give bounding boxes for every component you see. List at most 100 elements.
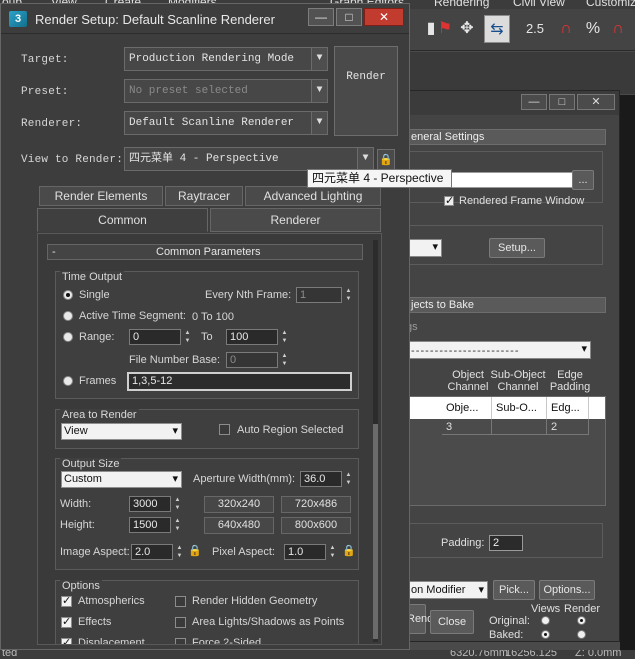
spinner-arrows-icon[interactable]: ▲ ▼	[344, 287, 353, 303]
rtt-original-render-radio[interactable]	[577, 616, 586, 625]
rtt-maximize-button[interactable]: □	[549, 94, 575, 110]
force-2-sided-checkbox[interactable]	[175, 638, 186, 644]
move-icon[interactable]: ✥	[454, 15, 480, 43]
pixel-aspect-value[interactable]: 1.0	[284, 544, 326, 560]
preset-640x480-button[interactable]: 640x480	[204, 517, 274, 534]
auto-region-selected-checkbox[interactable]	[219, 424, 230, 435]
width-spinner[interactable]: 3000 ▲ ▼	[129, 496, 185, 512]
file-number-base-spinner[interactable]: 0 ▲ ▼	[226, 352, 292, 368]
preset-320x240-button[interactable]: 320x240	[204, 496, 274, 513]
preset-720x486-button[interactable]: 720x486	[281, 496, 351, 513]
rtt-bake-table[interactable]: Obje... Sub-O... Edg... 3 2	[406, 396, 606, 506]
spinner-arrows-icon[interactable]: ▲ ▼	[280, 352, 289, 368]
render-button[interactable]: Render	[334, 46, 398, 136]
rtt-objects-to-bake-header[interactable]: jects to Bake	[406, 297, 606, 313]
spinner-arrows-icon[interactable]: ▲ ▼	[344, 471, 353, 487]
menu-rendering[interactable]: Rendering	[434, 0, 489, 9]
rtt-padding-input[interactable]: 2	[489, 535, 523, 551]
table-row[interactable]: 2	[547, 419, 589, 435]
rtt-close-dialog-button[interactable]: Close	[430, 610, 474, 634]
table-row[interactable]: 3	[442, 419, 492, 435]
area-lights-shadows-checkbox[interactable]	[175, 617, 186, 628]
rtt-baked-views-radio[interactable]	[541, 630, 550, 639]
atmospherics-checkbox[interactable]	[61, 594, 72, 607]
spinner-arrows-icon[interactable]: ▲ ▼	[328, 544, 337, 560]
image-aspect-spinner[interactable]: 2.0 ▲ ▼	[131, 544, 187, 560]
render-hidden-geometry-checkbox[interactable]	[175, 596, 186, 607]
scrollbar-thumb[interactable]	[373, 424, 378, 639]
menu-customize[interactable]: Customiz	[586, 0, 635, 9]
angle-snap-icon[interactable]: ∩	[553, 15, 579, 43]
width-value[interactable]: 3000	[129, 496, 171, 512]
frames-radio[interactable]	[63, 376, 73, 386]
file-number-base-value[interactable]: 0	[226, 352, 278, 368]
spinner-snap-icon[interactable]: ∩	[605, 15, 631, 43]
rtt-col-sub-object[interactable]: Sub-O...	[492, 397, 547, 419]
rtt-renderer-dropdown[interactable]	[406, 239, 442, 257]
maximize-button[interactable]: □	[336, 8, 362, 26]
rtt-modifier-dropdown[interactable]: on Modifier	[406, 581, 488, 599]
every-nth-frame-value[interactable]: 1	[296, 287, 342, 303]
tab-render-elements[interactable]: Render Elements	[39, 186, 163, 206]
aperture-width-spinner[interactable]: 36.0 ▲ ▼	[300, 471, 356, 487]
spinner-arrows-icon[interactable]: ▲ ▼	[280, 329, 289, 345]
frames-input[interactable]: 1,3,5-12	[127, 372, 352, 391]
close-button[interactable]: ✕	[364, 8, 404, 26]
image-aspect-lock-icon[interactable]: 🔒	[188, 545, 202, 558]
tab-renderer[interactable]: Renderer	[210, 208, 381, 232]
range-radio[interactable]	[63, 332, 73, 342]
target-dropdown[interactable]: Production Rendering Mode ▼	[124, 47, 328, 71]
renderer-dropdown[interactable]: Default Scanline Renderer ▼	[124, 111, 328, 135]
range-to-spinner[interactable]: 100 ▲ ▼	[226, 329, 292, 345]
height-spinner[interactable]: 1500 ▲ ▼	[129, 517, 185, 533]
rtt-setup-button[interactable]: Setup...	[489, 238, 545, 258]
range-from-spinner[interactable]: 0 ▲ ▼	[129, 329, 195, 345]
displacement-checkbox[interactable]	[61, 636, 72, 644]
effects-checkbox[interactable]	[61, 615, 72, 628]
render-setup-titlebar[interactable]: 3 Render Setup: Default Scanline Rendere…	[1, 4, 409, 34]
viewport[interactable]	[620, 95, 635, 650]
preset-dropdown[interactable]: No preset selected ▼	[124, 79, 328, 103]
range-to-value[interactable]: 100	[226, 329, 278, 345]
rtt-general-settings-header[interactable]: eneral Settings	[406, 129, 606, 145]
single-radio[interactable]	[63, 290, 73, 300]
rtt-objects-dropdown[interactable]: - - - - - - - - - - - - - - - - - - - - …	[406, 341, 591, 359]
aperture-width-value[interactable]: 36.0	[300, 471, 342, 487]
spinner-arrows-icon[interactable]: ▲ ▼	[173, 496, 182, 512]
range-from-value[interactable]: 0	[129, 329, 181, 345]
image-aspect-value[interactable]: 2.0	[131, 544, 173, 560]
tab-common[interactable]: Common	[37, 208, 208, 232]
percent-snap-icon[interactable]: %	[580, 15, 606, 43]
transform-gizmo-icon[interactable]: ⇆	[484, 15, 510, 43]
rtt-pick-button[interactable]: Pick...	[493, 580, 535, 600]
every-nth-frame-spinner[interactable]: 1 ▲ ▼	[296, 287, 354, 303]
rtt-options-button[interactable]: Options...	[539, 580, 595, 600]
height-value[interactable]: 1500	[129, 517, 171, 533]
tab-raytracer[interactable]: Raytracer	[165, 186, 243, 206]
rtt-baked-render-radio[interactable]	[577, 630, 586, 639]
preset-800x600-button[interactable]: 800x600	[281, 517, 351, 534]
rtt-col-edge[interactable]: Edg...	[547, 397, 589, 419]
active-time-segment-radio[interactable]	[63, 311, 73, 321]
menu-civil-view[interactable]: Civil View	[513, 0, 565, 9]
rtt-col-object[interactable]: Obje...	[442, 397, 492, 419]
rtt-minimize-button[interactable]: —	[521, 94, 547, 110]
snap-icon[interactable]: 2.5	[518, 15, 552, 43]
spinner-arrows-icon[interactable]: ▲ ▼	[183, 329, 192, 345]
rtt-rendered-frame-window-checkbox[interactable]	[444, 194, 454, 207]
pixel-aspect-spinner[interactable]: 1.0 ▲ ▼	[284, 544, 340, 560]
lock-icon[interactable]: 🔒	[377, 149, 395, 171]
panel-scrollbar[interactable]	[373, 240, 378, 642]
area-to-render-dropdown[interactable]: View	[61, 423, 182, 440]
spinner-arrows-icon[interactable]: ▲ ▼	[173, 517, 182, 533]
output-size-preset-dropdown[interactable]: Custom	[61, 471, 182, 488]
rtt-path-input[interactable]	[432, 172, 586, 188]
view-to-render-dropdown[interactable]: 四元菜单 4 - Perspective ▼	[124, 147, 374, 171]
rtt-close-button[interactable]: ✕	[577, 94, 615, 110]
rtt-browse-button[interactable]: ...	[572, 170, 594, 190]
minimize-button[interactable]: —	[308, 8, 334, 26]
pixel-aspect-lock-icon[interactable]: 🔒	[342, 545, 356, 558]
spinner-arrows-icon[interactable]: ▲ ▼	[175, 544, 184, 560]
rtt-original-views-radio[interactable]	[541, 616, 550, 625]
table-row[interactable]	[492, 419, 547, 435]
